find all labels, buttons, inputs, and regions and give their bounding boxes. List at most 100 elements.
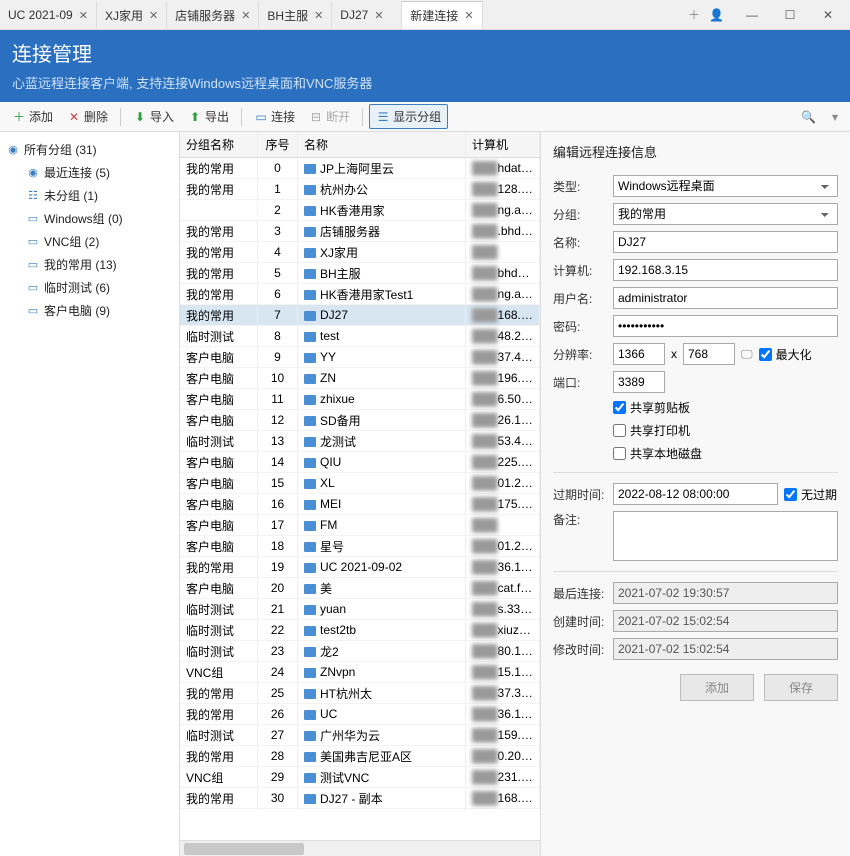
connection-icon xyxy=(304,395,316,405)
import-button[interactable]: ⬇导入 xyxy=(127,105,180,128)
table-row[interactable]: 我的常用30DJ27 - 副本███168.3.27 xyxy=(180,788,540,809)
res-width-stepper[interactable] xyxy=(613,343,665,365)
connection-icon xyxy=(304,206,316,216)
connection-icon xyxy=(304,584,316,594)
label-user: 用户名: xyxy=(553,290,607,307)
col-seq[interactable]: 序号 xyxy=(258,132,298,157)
horizontal-scrollbar[interactable] xyxy=(180,840,540,856)
connection-icon xyxy=(304,374,316,384)
connection-icon xyxy=(304,731,316,741)
dropdown-icon[interactable]: ▾ xyxy=(826,107,844,127)
detail-save-button[interactable]: 保存 xyxy=(764,674,838,701)
import-icon: ⬇ xyxy=(133,110,147,124)
remark-field[interactable] xyxy=(613,511,838,561)
label-remark: 备注: xyxy=(553,511,607,528)
detail-title: 编辑远程连接信息 xyxy=(553,142,838,161)
connect-button[interactable]: ▭连接 xyxy=(248,105,301,128)
showgroup-button[interactable]: ☰显示分组 xyxy=(369,104,448,129)
tab[interactable]: XJ家用✕ xyxy=(97,1,167,29)
clipboard-checkbox[interactable]: 共享剪贴板 xyxy=(613,399,690,416)
expire-field[interactable] xyxy=(613,483,778,505)
cross-icon: ✕ xyxy=(67,110,81,124)
minimize-button[interactable]: — xyxy=(734,1,770,29)
label-pass: 密码: xyxy=(553,318,607,335)
connection-icon xyxy=(304,521,316,531)
label-group: 分组: xyxy=(553,206,607,223)
label-created: 创建时间: xyxy=(553,613,607,630)
tab-close-icon[interactable]: ✕ xyxy=(314,9,323,22)
host-field[interactable] xyxy=(613,259,838,281)
connection-icon xyxy=(304,689,316,699)
disconnect-button[interactable]: ⊟断开 xyxy=(303,105,356,128)
sidebar-item[interactable]: ▭临时测试 (6) xyxy=(4,276,175,299)
tab-close-icon[interactable]: ✕ xyxy=(374,9,383,22)
monitor-icon[interactable]: 🖵 xyxy=(741,347,753,362)
user-icon[interactable]: 👤 xyxy=(709,8,724,22)
printer-checkbox[interactable]: 共享打印机 xyxy=(613,422,690,439)
connect-icon: ▭ xyxy=(254,110,268,124)
label-host: 计算机: xyxy=(553,262,607,279)
connection-icon xyxy=(304,248,316,258)
tab-add-button[interactable]: ＋ xyxy=(679,1,709,29)
tab-close-icon[interactable]: ✕ xyxy=(149,9,158,22)
sidebar-item[interactable]: ☷未分组 (1) xyxy=(4,184,175,207)
label-port: 端口: xyxy=(553,374,607,391)
label-modified: 修改时间: xyxy=(553,641,607,658)
maximize-button[interactable]: ☐ xyxy=(772,1,808,29)
page-subtitle: 心蓝远程连接客户端, 支持连接Windows远程桌面和VNC服务器 xyxy=(12,73,838,92)
connection-icon xyxy=(304,437,316,447)
connection-icon xyxy=(304,752,316,762)
tab[interactable]: UC 2021-09✕ xyxy=(0,1,97,29)
col-host[interactable]: 计算机 xyxy=(466,132,540,157)
tree-root[interactable]: ◉ 所有分组 (31) xyxy=(4,138,175,161)
folder-icon: ◉ xyxy=(6,143,20,157)
header: 连接管理 心蓝远程连接客户端, 支持连接Windows远程桌面和VNC服务器 xyxy=(0,30,850,102)
disk-checkbox[interactable]: 共享本地磁盘 xyxy=(613,445,702,462)
created-field xyxy=(613,610,838,632)
sidebar: ◉ 所有分组 (31) ◉最近连接 (5)☷未分组 (1)▭Windows组 (… xyxy=(0,132,180,856)
col-name[interactable]: 名称 xyxy=(298,132,466,157)
group-icon: ▭ xyxy=(26,212,40,226)
col-group[interactable]: 分组名称 xyxy=(180,132,258,157)
table-header: 分组名称 序号 名称 计算机 xyxy=(180,132,540,158)
tab[interactable]: 店铺服务器✕ xyxy=(167,1,259,29)
sidebar-item[interactable]: ▭VNC组 (2) xyxy=(4,230,175,253)
group-icon: ▭ xyxy=(26,258,40,272)
connection-icon xyxy=(304,542,316,552)
search-icon[interactable]: 🔍 xyxy=(793,107,824,127)
sidebar-item[interactable]: ▭我的常用 (13) xyxy=(4,253,175,276)
list-icon: ☰ xyxy=(376,110,390,124)
group-select[interactable]: 我的常用 xyxy=(613,203,838,225)
group-icon: ◉ xyxy=(26,166,40,180)
detail-panel: 编辑远程连接信息 类型:Windows远程桌面 分组:我的常用 名称: 计算机:… xyxy=(540,132,850,856)
group-icon: ▭ xyxy=(26,304,40,318)
close-button[interactable]: ✕ xyxy=(810,1,846,29)
delete-button[interactable]: ✕删除 xyxy=(61,105,114,128)
tab[interactable]: DJ27✕ xyxy=(332,1,402,29)
noexpire-checkbox[interactable]: 无过期 xyxy=(784,486,837,503)
connection-icon xyxy=(304,353,316,363)
export-button[interactable]: ⬆导出 xyxy=(182,105,235,128)
sidebar-item[interactable]: ◉最近连接 (5) xyxy=(4,161,175,184)
connection-icon xyxy=(304,647,316,657)
maximize-checkbox[interactable]: 最大化 xyxy=(759,346,812,363)
tab[interactable]: BH主服✕ xyxy=(259,1,332,29)
label-name: 名称: xyxy=(553,234,607,251)
tab[interactable]: 新建连接✕ xyxy=(402,1,482,29)
tab-close-icon[interactable]: ✕ xyxy=(241,9,250,22)
user-field[interactable] xyxy=(613,287,838,309)
sidebar-item[interactable]: ▭客户电脑 (9) xyxy=(4,299,175,322)
connection-icon xyxy=(304,269,316,279)
add-button[interactable]: ＋添加 xyxy=(6,105,59,128)
connection-icon xyxy=(304,794,316,804)
tab-close-icon[interactable]: ✕ xyxy=(79,9,88,22)
port-stepper[interactable] xyxy=(613,371,665,393)
sidebar-item[interactable]: ▭Windows组 (0) xyxy=(4,207,175,230)
type-select[interactable]: Windows远程桌面 xyxy=(613,175,838,197)
connection-icon xyxy=(304,164,316,174)
name-field[interactable] xyxy=(613,231,838,253)
password-field[interactable] xyxy=(613,315,838,337)
tab-close-icon[interactable]: ✕ xyxy=(464,9,473,22)
detail-add-button[interactable]: 添加 xyxy=(680,674,754,701)
res-height-stepper[interactable] xyxy=(683,343,735,365)
